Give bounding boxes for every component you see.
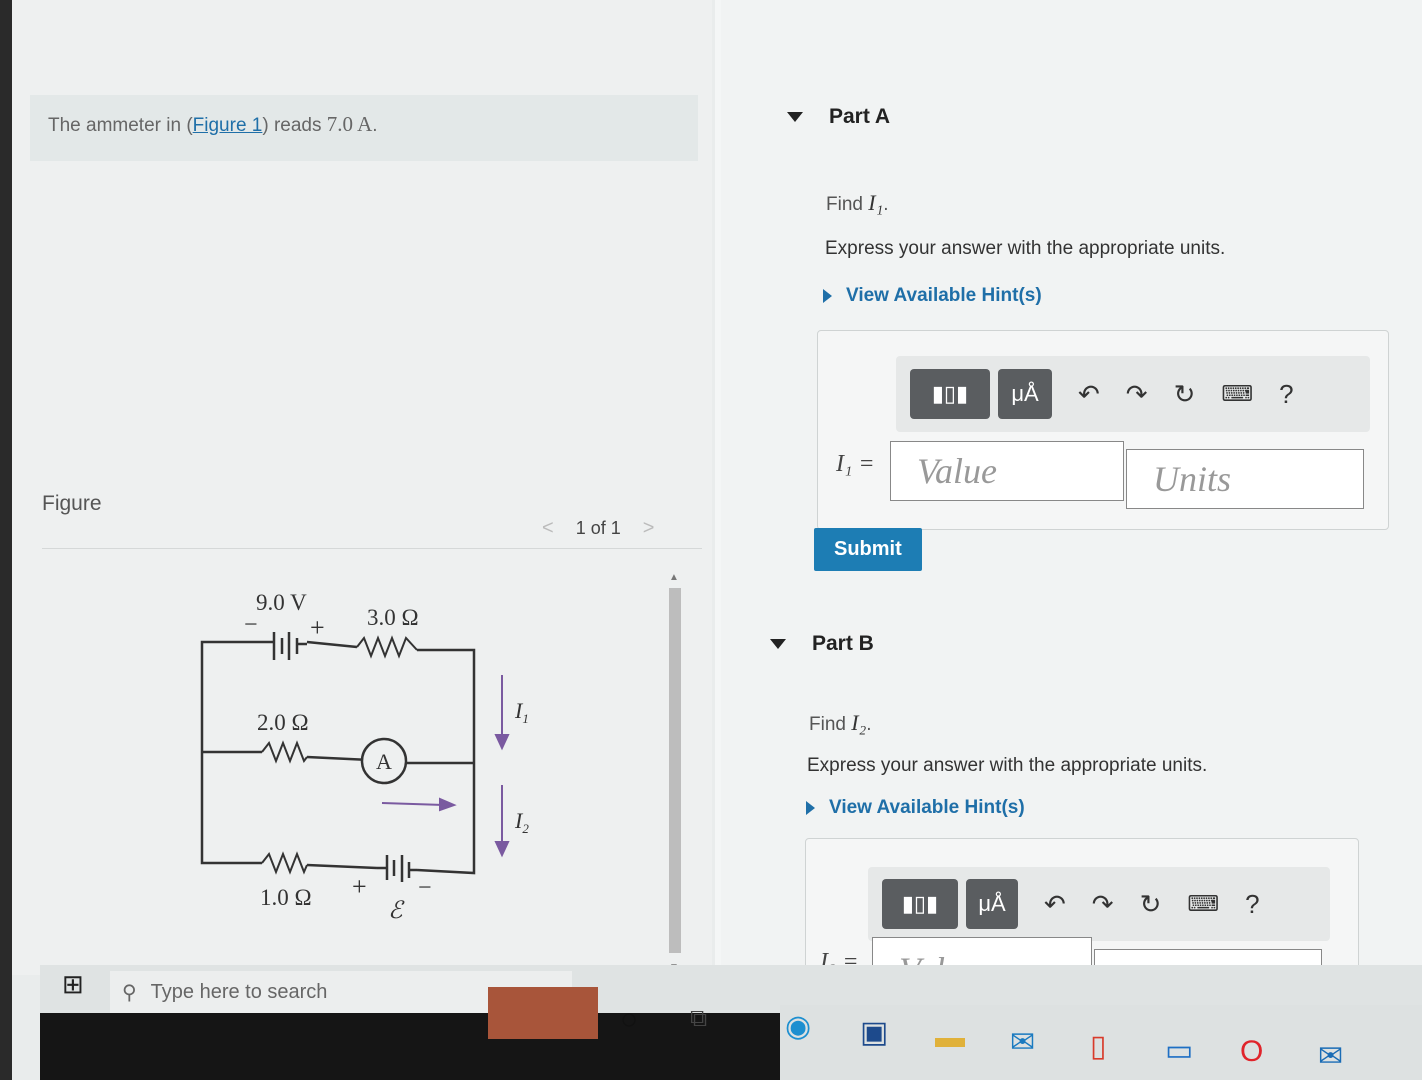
figure-divider	[42, 548, 702, 549]
scroll-up-icon[interactable]: ▲	[669, 572, 679, 583]
units-button[interactable]: μÅ	[998, 369, 1052, 419]
label-plus-top: +	[310, 613, 325, 642]
part-a-eq-label: I₁ =	[836, 451, 875, 477]
next-figure-button[interactable]: >	[643, 517, 655, 540]
part-a-value-input[interactable]: Value	[890, 441, 1124, 501]
reset-icon[interactable]: ↻	[1174, 379, 1196, 410]
label-1ohm: 1.0 Ω	[260, 885, 312, 910]
part-b-title: Part B	[812, 632, 874, 655]
reset-icon[interactable]: ↻	[1140, 889, 1162, 920]
part-b-instructions: Express your answer with the appropriate…	[807, 755, 1208, 776]
redo-icon[interactable]: ↷	[1092, 889, 1114, 920]
part-a-header[interactable]: Part A	[787, 105, 890, 129]
help-icon[interactable]: ?	[1245, 889, 1259, 920]
undo-icon[interactable]: ↶	[1078, 379, 1100, 410]
mail-icon[interactable]: ✉	[1010, 1025, 1035, 1060]
part-a-hint-toggle[interactable]: View Available Hint(s)	[823, 285, 1042, 307]
problem-intro: The ammeter in (Figure 1) reads 7.0 A.	[30, 95, 698, 161]
collapse-caret-icon[interactable]	[770, 639, 786, 649]
search-placeholder: Type here to search	[150, 980, 328, 1003]
search-icon: ⚲	[122, 981, 137, 1004]
resistor-1ohm	[261, 851, 308, 875]
problem-panel: The ammeter in (Figure 1) reads 7.0 A. F…	[12, 0, 712, 975]
keyboard-icon[interactable]: ⌨	[1221, 381, 1253, 407]
collapse-caret-icon[interactable]	[787, 112, 803, 122]
circuit-wires	[200, 640, 476, 875]
redo-icon[interactable]: ↷	[1126, 379, 1148, 410]
part-b-hint-toggle[interactable]: View Available Hint(s)	[806, 797, 1025, 819]
scroll-thumb[interactable]	[669, 588, 681, 953]
label-9v: 9.0 V	[256, 590, 307, 615]
part-b-question: Find I₂.	[809, 710, 872, 735]
ammeter-label: A	[376, 749, 392, 774]
part-a-question: Find I₁.	[826, 190, 889, 215]
part-a-units-input[interactable]: Units	[1126, 449, 1364, 509]
figure-pager: < 1 of 1 >	[542, 517, 654, 540]
part-a-title: Part A	[829, 105, 891, 128]
figure-label: Figure	[42, 492, 102, 515]
help-icon[interactable]: ?	[1279, 379, 1293, 410]
label-plus-emf: +	[352, 872, 367, 901]
figure-link[interactable]: Figure 1	[193, 115, 263, 136]
intro-text: ) reads	[262, 115, 327, 136]
file-explorer-icon[interactable]: ▬	[935, 1021, 965, 1055]
opera-icon[interactable]: O	[1240, 1035, 1263, 1069]
figure-scrollbar[interactable]: ▲ ▼	[665, 570, 685, 980]
store-icon[interactable]: ▣	[860, 1015, 888, 1050]
parts-panel: Part A Find I₁. Express your answer with…	[721, 0, 1422, 1010]
circuit-diagram: A 9.0 V − + 3.0 Ω 2.0 Ω 1.0 Ω + − ℰ I1 I…	[200, 590, 529, 924]
expand-triangle-icon	[806, 801, 815, 815]
label-minus-emf: −	[418, 875, 432, 901]
search-highlight-image[interactable]	[488, 987, 598, 1039]
part-a-submit-button[interactable]: Submit	[814, 528, 922, 571]
label-emf: ℰ	[388, 898, 405, 924]
pager-text: 1 of 1	[575, 518, 621, 538]
intro-text: .	[372, 115, 378, 136]
monitor-bezel	[0, 0, 12, 1080]
label-minus-top: −	[244, 612, 258, 638]
templates-icon[interactable]: ▮▯▮	[882, 879, 958, 929]
ammeter-reading: 7.0 A	[326, 112, 373, 136]
units-button[interactable]: μÅ	[966, 879, 1018, 929]
outlook-icon[interactable]: ✉	[1318, 1039, 1343, 1074]
expand-triangle-icon	[823, 289, 832, 303]
templates-icon[interactable]: ▮▯▮	[910, 369, 990, 419]
part-b-header[interactable]: Part B	[770, 632, 874, 656]
battery-top	[262, 632, 307, 660]
part-a-answer-box: ▮▯▮ μÅ ↶ ↷ ↻ ⌨ ? I₁ = Value Units	[817, 330, 1389, 530]
windows-start-icon[interactable]: ⊞	[62, 969, 84, 1000]
battery-emf	[377, 855, 417, 882]
label-i2: I2	[514, 808, 529, 836]
office-icon[interactable]: ▯	[1090, 1029, 1107, 1064]
label-i1: I1	[514, 698, 529, 726]
remote-desktop-icon[interactable]: ▭	[1165, 1033, 1193, 1068]
windows-taskbar: ⊞ ⚲ Type here to search ○ ⧉ ◉ ▣ ▬ ✉ ▯ ▭ …	[40, 965, 1422, 1080]
task-view-icon[interactable]: ⧉	[690, 1005, 707, 1033]
label-3ohm: 3.0 Ω	[367, 605, 419, 630]
label-2ohm: 2.0 Ω	[257, 710, 309, 735]
part-b-math-toolbar: ▮▯▮ μÅ ↶ ↷ ↻ ⌨ ?	[868, 867, 1330, 941]
part-a-instructions: Express your answer with the appropriate…	[825, 238, 1226, 259]
prev-figure-button[interactable]: <	[542, 517, 554, 540]
resistor-3ohm	[356, 635, 418, 659]
cortana-icon[interactable]: ○	[620, 1003, 638, 1037]
keyboard-icon[interactable]: ⌨	[1187, 891, 1219, 917]
undo-icon[interactable]: ↶	[1044, 889, 1066, 920]
part-a-math-toolbar: ▮▯▮ μÅ ↶ ↷ ↻ ⌨ ?	[896, 356, 1370, 432]
intro-text: The ammeter in (	[48, 115, 193, 136]
resistor-2ohm	[261, 740, 308, 764]
edge-icon[interactable]: ◉	[785, 1009, 811, 1044]
